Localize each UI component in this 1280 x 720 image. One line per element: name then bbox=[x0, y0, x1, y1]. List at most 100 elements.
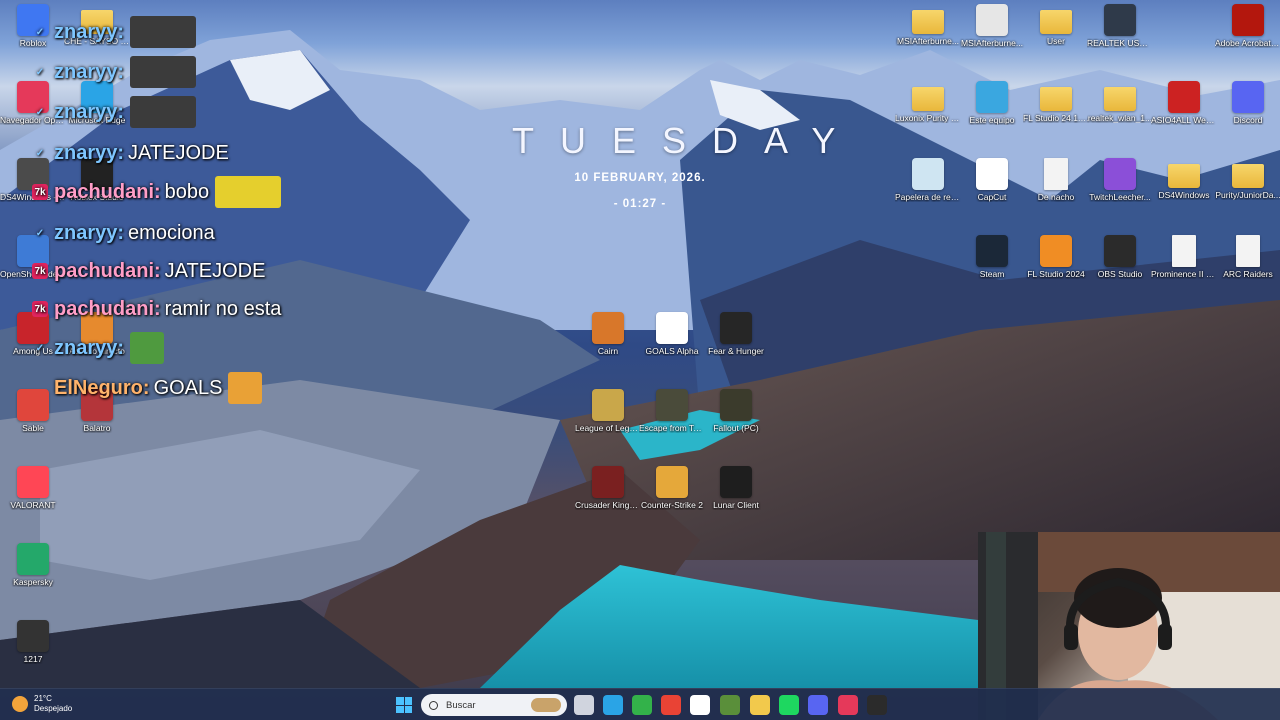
document-icon bbox=[1044, 158, 1068, 190]
weather-sun-icon bbox=[12, 696, 28, 712]
desktop-icon-label: Fallout (PC) bbox=[713, 423, 759, 433]
fallout-icon bbox=[720, 389, 752, 421]
desktop-icon[interactable]: Luxonix Purity 1.12 bbox=[895, 81, 961, 123]
chat-message: 7k pachudani: JATEJODE bbox=[32, 255, 265, 287]
file-explorer-icon[interactable] bbox=[750, 695, 770, 715]
desktop-icon[interactable]: FL Studio 2024 bbox=[1023, 235, 1089, 279]
chat-message: 7k pachudani: ramir no esta bbox=[32, 293, 281, 325]
desktop-icon-label: Papelera de reciclaje bbox=[895, 192, 961, 202]
search-placeholder: Buscar bbox=[446, 699, 476, 711]
desktop-icon[interactable]: Purity/JuniorDa... bbox=[1215, 158, 1280, 200]
minecraft-icon[interactable] bbox=[720, 695, 740, 715]
valorant-icon bbox=[17, 466, 49, 498]
desktop-icon-label: realtek_wlan_1... bbox=[1087, 113, 1153, 123]
desktop-icon[interactable]: REALTEK USB Wireless LA... bbox=[1087, 4, 1153, 48]
xbox-app-icon[interactable] bbox=[690, 695, 710, 715]
fl-studio-icon bbox=[1040, 235, 1072, 267]
chrome-icon[interactable] bbox=[661, 695, 681, 715]
desktop-icon-label: Lunar Client bbox=[713, 500, 759, 510]
desktop-icon-label: Prominence II RPG Hasturi... bbox=[1151, 269, 1217, 279]
discord-icon[interactable] bbox=[808, 695, 828, 715]
folder-icon bbox=[1040, 10, 1072, 34]
desktop-icon[interactable]: OBS Studio bbox=[1087, 235, 1153, 279]
desktop-icon-label: Escape from Tarkov bbox=[639, 423, 705, 433]
desktop-icon-label: GOALS Alpha bbox=[645, 346, 699, 356]
clock-time: - 01:27 - bbox=[613, 198, 667, 210]
desktop-icon[interactable]: GOALS Alpha bbox=[639, 312, 705, 356]
desktop-icon[interactable]: Papelera de reciclaje bbox=[895, 158, 961, 202]
desktop-icon-label: OBS Studio bbox=[1097, 269, 1143, 279]
folder-icon bbox=[912, 87, 944, 111]
chat-badge-icon: 7k bbox=[32, 301, 48, 317]
obs-icon[interactable] bbox=[867, 695, 887, 715]
desktop-icon[interactable]: Escape from Tarkov bbox=[639, 389, 705, 433]
lunar-client-icon bbox=[720, 466, 752, 498]
desktop-icon[interactable]: DS4Windows bbox=[1151, 158, 1217, 200]
taskbar-search-box[interactable]: Buscar bbox=[421, 694, 567, 716]
desktop-icon-label: Counter-Strike 2 bbox=[641, 500, 703, 510]
spotify-icon[interactable] bbox=[779, 695, 799, 715]
desktop-icon-label: VALORANT bbox=[10, 500, 56, 510]
weather-widget[interactable]: 21°C Despejado bbox=[12, 694, 72, 714]
desktop-icon[interactable]: Counter-Strike 2 bbox=[639, 466, 705, 510]
steam-icon bbox=[976, 235, 1008, 267]
desktop-icon[interactable]: FL Studio 24.1.1 Producer Editi... bbox=[1023, 81, 1089, 123]
chat-username: pachudani: bbox=[54, 180, 161, 203]
edge-icon[interactable] bbox=[603, 695, 623, 715]
desktop-icon[interactable]: Fallout (PC) bbox=[703, 389, 769, 433]
chat-username: znaryy: bbox=[54, 20, 125, 43]
desktop-icon[interactable]: League of Legends bbox=[575, 389, 641, 433]
chat-username: znaryy: bbox=[54, 141, 125, 164]
twitch-leecher-icon bbox=[1104, 158, 1136, 190]
desktop-icon-label: Kaspersky bbox=[13, 577, 53, 587]
windows-start-icon[interactable] bbox=[396, 697, 412, 713]
desktop-icon[interactable]: 1217 bbox=[0, 620, 66, 664]
league-icon bbox=[592, 389, 624, 421]
desktop-icon[interactable]: MSIAfterburne... bbox=[959, 4, 1025, 48]
desktop-icon[interactable]: Lunar Client bbox=[703, 466, 769, 510]
desktop-icon[interactable]: User bbox=[1023, 4, 1089, 46]
desktop-icon[interactable]: Fear & Hunger bbox=[703, 312, 769, 356]
desktop-icon[interactable]: realtek_wlan_1... bbox=[1087, 81, 1153, 123]
chat-badge-icon: ✓ bbox=[35, 106, 45, 118]
desktop[interactable]: TUESDAY 10 FEBRUARY, 2026. - 01:27 - Rob… bbox=[0, 0, 1280, 720]
discord-icon bbox=[1232, 81, 1264, 113]
search-icon bbox=[429, 700, 438, 710]
opera-gx-icon[interactable] bbox=[838, 695, 858, 715]
desktop-icon[interactable]: Crusader Kings III bbox=[575, 466, 641, 510]
chat-username: znaryy: bbox=[54, 221, 125, 244]
desktop-icon-label: ARC Raiders bbox=[1223, 269, 1273, 279]
desktop-icon[interactable]: TwitchLeecher... bbox=[1087, 158, 1153, 202]
desktop-icon-label: League of Legends bbox=[575, 423, 641, 433]
clock-day: TUESDAY bbox=[512, 120, 862, 161]
weather-desc: Despejado bbox=[34, 704, 73, 713]
desktop-icon[interactable]: Este equipo bbox=[959, 81, 1025, 125]
desktop-icon-label: Fear & Hunger bbox=[708, 346, 764, 356]
chat-badge-icon: ✓ bbox=[35, 342, 45, 354]
desktop-icon[interactable]: Steam bbox=[959, 235, 1025, 279]
desktop-icon[interactable]: ASIO4ALL Web Site bbox=[1151, 81, 1217, 125]
desktop-icon[interactable]: VALORANT bbox=[0, 466, 66, 510]
desktop-icon[interactable]: Adobe Acrobat DC bbox=[1215, 4, 1280, 48]
chat-emote-icon bbox=[130, 56, 197, 88]
desktop-icon[interactable]: Discord bbox=[1215, 81, 1280, 125]
weather-temp: 21°C bbox=[34, 694, 52, 703]
document-icon bbox=[1172, 235, 1196, 267]
desktop-icon[interactable]: Kaspersky bbox=[0, 543, 66, 587]
desktop-icon[interactable]: Cairn bbox=[575, 312, 641, 356]
chat-username: pachudani: bbox=[54, 259, 161, 282]
desktop-icon[interactable]: ARC Raiders bbox=[1215, 235, 1280, 279]
desktop-icon-label: Luxonix Purity 1.12 bbox=[895, 113, 961, 123]
desktop-icon-label: CapCut bbox=[977, 192, 1007, 202]
desktop-icon[interactable]: De nacho bbox=[1023, 158, 1089, 202]
desktop-icon-label: Sable bbox=[22, 423, 44, 433]
xbox-icon[interactable] bbox=[632, 695, 652, 715]
desktop-icon[interactable]: Prominence II RPG Hasturi... bbox=[1151, 235, 1217, 279]
desktop-icon-label: FL Studio 2024 bbox=[1027, 269, 1085, 279]
desktop-icon[interactable]: CapCut bbox=[959, 158, 1025, 202]
chat-message: ✓ znaryy: bbox=[32, 96, 197, 128]
cairn-icon bbox=[592, 312, 624, 344]
task-view-icon[interactable] bbox=[574, 695, 594, 715]
desktop-icon[interactable]: MSIAfterburne... bbox=[895, 4, 961, 46]
fear-hunger-icon bbox=[720, 312, 752, 344]
